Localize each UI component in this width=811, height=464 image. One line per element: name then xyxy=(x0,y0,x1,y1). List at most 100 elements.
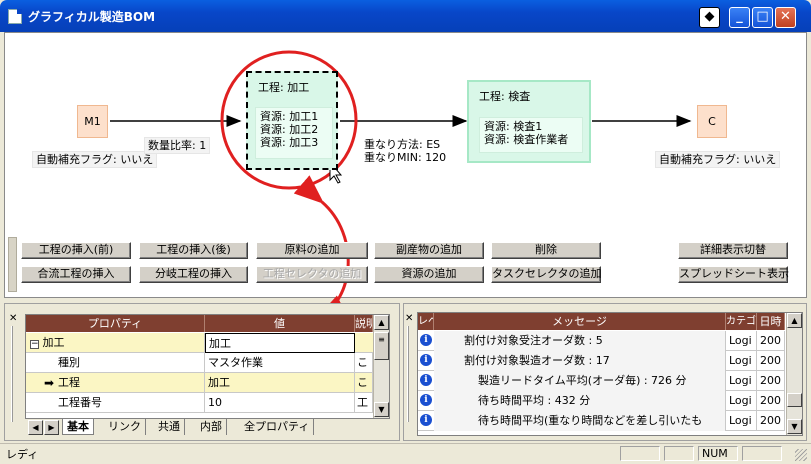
property-value[interactable]: 10 xyxy=(205,393,355,413)
table-cell: − 加工 xyxy=(26,333,205,353)
message-date: 200 xyxy=(757,351,785,371)
add-resource-button[interactable]: 資源の追加 xyxy=(374,266,484,283)
property-tabs: 基本 リンク 共通 内部 全プロパティ xyxy=(62,419,392,437)
list-item[interactable]: i 割付け対象受注オーダ数 : 5 Logi 200 xyxy=(418,331,785,351)
property-desc: こ xyxy=(355,353,373,373)
property-desc: 工 xyxy=(355,393,373,413)
column-header-level[interactable]: レベル xyxy=(418,313,434,330)
tab-all-properties[interactable]: 全プロパティ xyxy=(240,419,315,435)
message-text: 製造リードタイム平均(オーダ毎) : 726 分 xyxy=(434,371,726,391)
info-icon: i xyxy=(420,394,432,406)
tab-common[interactable]: 共通 xyxy=(154,419,185,435)
node-c[interactable]: C xyxy=(697,105,727,138)
message-date: 200 xyxy=(757,411,785,431)
message-date: 200 xyxy=(757,331,785,351)
info-icon: i xyxy=(420,354,432,366)
close-icon[interactable]: ✕ xyxy=(9,313,17,324)
resource-item: 資源: 加工1 xyxy=(260,110,319,123)
info-icon: i xyxy=(420,414,432,426)
property-desc: こ xyxy=(355,373,373,393)
auto-flag-left: 自動補充フラグ: いいえ xyxy=(32,151,158,168)
insert-merge-process-button[interactable]: 合流工程の挿入 xyxy=(21,266,131,283)
node-m1[interactable]: M1 xyxy=(77,105,108,138)
node-process-kensa[interactable]: 工程: 検査 資源: 検査1 資源: 検査作業者 xyxy=(467,80,591,163)
column-header-property[interactable]: プロパティ xyxy=(26,315,205,332)
tab-link[interactable]: リンク xyxy=(104,419,146,435)
scroll-thumb[interactable] xyxy=(787,393,802,407)
status-panel xyxy=(620,446,660,461)
toolbar-gripper[interactable] xyxy=(8,237,17,292)
message-category: Logi xyxy=(726,331,757,351)
column-header-date[interactable]: 日時 xyxy=(757,313,785,330)
num-lock-indicator: NUM xyxy=(698,446,738,461)
message-text: 割付け対象製造オーダ数 : 17 xyxy=(434,351,726,371)
resource-item: 資源: 加工2 xyxy=(260,123,319,136)
scroll-down-button[interactable]: ▼ xyxy=(374,402,389,417)
list-item[interactable]: i 製造リードタイム平均(オーダ毎) : 726 分 Logi 200 xyxy=(418,371,785,391)
node-title: 工程: 加工 xyxy=(258,81,310,94)
status-panel xyxy=(664,446,694,461)
pane-gripper[interactable] xyxy=(407,326,409,422)
property-value[interactable]: マスタ作業 xyxy=(205,353,355,373)
add-material-button[interactable]: 原料の追加 xyxy=(256,242,368,259)
resource-item: 資源: 検査作業者 xyxy=(484,133,569,146)
info-icon: i xyxy=(420,334,432,346)
scroll-down-button[interactable]: ▼ xyxy=(787,419,802,434)
property-value[interactable]: 加工 xyxy=(205,373,355,393)
property-name: 工程番号 xyxy=(26,393,205,413)
pane-gripper[interactable] xyxy=(11,326,13,422)
add-task-selector-button[interactable]: タスクセレクタの追加 xyxy=(491,266,602,283)
message-text: 待ち時間平均 : 432 分 xyxy=(434,391,726,411)
column-header-message[interactable]: メッセージ xyxy=(434,313,726,330)
auto-flag-right: 自動補充フラグ: いいえ xyxy=(655,151,781,168)
node-process-kakou[interactable]: 工程: 加工 資源: 加工1 資源: 加工2 資源: 加工3 xyxy=(246,71,338,170)
tab-internal[interactable]: 内部 xyxy=(196,419,227,435)
column-header-value[interactable]: 値 xyxy=(205,315,355,332)
insert-process-after-button[interactable]: 工程の挿入(後) xyxy=(139,242,248,259)
message-date: 200 xyxy=(757,391,785,411)
resource-list: 資源: 加工1 資源: 加工2 資源: 加工3 xyxy=(255,107,333,159)
tab-basic[interactable]: 基本 xyxy=(62,419,94,435)
highlight-arrow xyxy=(293,175,350,320)
arrow-right-icon: ➡ xyxy=(44,376,55,390)
delete-button[interactable]: 削除 xyxy=(491,242,601,259)
resize-grip-icon[interactable] xyxy=(795,449,807,461)
property-name: 加工 xyxy=(42,336,65,349)
close-icon[interactable]: ✕ xyxy=(405,313,413,324)
insert-branch-process-button[interactable]: 分岐工程の挿入 xyxy=(139,266,248,283)
node-title: 工程: 検査 xyxy=(479,90,531,103)
message-category: Logi xyxy=(726,391,757,411)
insert-process-before-button[interactable]: 工程の挿入(前) xyxy=(21,242,131,259)
message-date: 200 xyxy=(757,371,785,391)
message-text: 待ち時間平均(重なり時間などを差し引いたも xyxy=(434,411,726,431)
column-header-description[interactable]: 説明 xyxy=(355,315,373,332)
collapse-icon[interactable]: − xyxy=(30,340,39,349)
column-header-category[interactable]: カテゴリ xyxy=(726,313,757,330)
scroll-up-button[interactable]: ▲ xyxy=(787,313,802,328)
list-item[interactable]: i 割付け対象製造オーダ数 : 17 Logi 200 xyxy=(418,351,785,371)
scroll-thumb[interactable]: ≡ xyxy=(374,332,389,360)
status-panel xyxy=(742,446,782,461)
vertical-scrollbar[interactable] xyxy=(786,313,802,435)
scroll-up-button[interactable]: ▲ xyxy=(374,315,389,330)
list-item[interactable]: i 待ち時間平均(重なり時間などを差し引いたも Logi 200 xyxy=(418,411,785,431)
resource-list: 資源: 検査1 資源: 検査作業者 xyxy=(479,117,583,153)
spreadsheet-view-button[interactable]: スプレッドシート表示 xyxy=(678,266,789,283)
status-text: レディ xyxy=(6,448,39,461)
detail-toggle-button[interactable]: 詳細表示切替 xyxy=(678,242,788,259)
resource-item: 資源: 検査1 xyxy=(484,120,543,133)
list-item[interactable]: i 待ち時間平均 : 432 分 Logi 200 xyxy=(418,391,785,411)
add-process-selector-button[interactable]: 工程セレクタの追加 xyxy=(256,266,368,283)
message-text: 割付け対象受注オーダ数 : 5 xyxy=(434,331,726,351)
property-name: 種別 xyxy=(26,353,205,373)
resource-item: 資源: 加工3 xyxy=(260,136,319,149)
tab-scroll-right-button[interactable]: ▶ xyxy=(44,420,59,435)
value-editor[interactable]: 加工 xyxy=(205,333,355,353)
overlap-min-label: 重なりMIN: 120 xyxy=(364,151,447,164)
add-byproduct-button[interactable]: 副産物の追加 xyxy=(374,242,484,259)
quantity-ratio-label: 数量比率: 1 xyxy=(144,137,211,154)
property-name: 工程 xyxy=(58,373,205,393)
info-icon: i xyxy=(420,374,432,386)
message-category: Logi xyxy=(726,351,757,371)
tab-scroll-left-button[interactable]: ◀ xyxy=(28,420,43,435)
